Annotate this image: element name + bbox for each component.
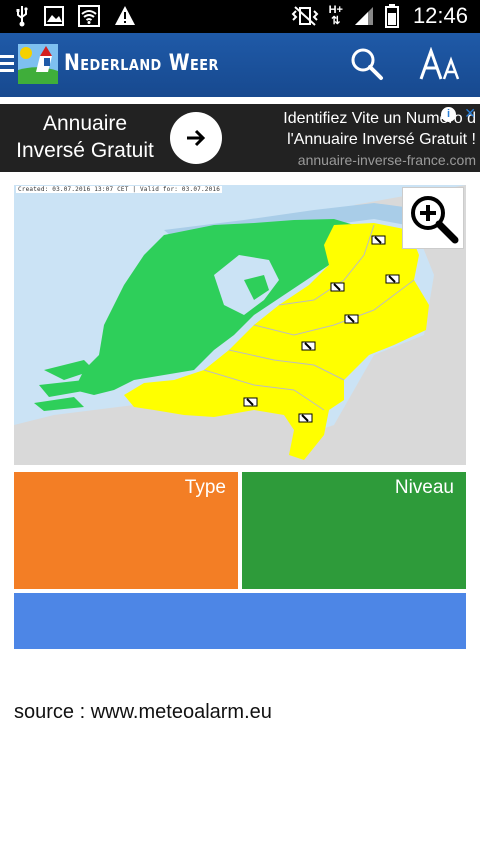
ad-banner[interactable]: Annuaire Inversé Gratuit Identifiez Vite… [0, 104, 480, 172]
vibrate-icon [291, 5, 319, 27]
ad-right-line1: Identifiez Vite un Numéro d [283, 110, 476, 127]
app-title: Nederland Weer [64, 51, 219, 76]
ad-left-line1: Annuaire [42, 112, 128, 135]
wifi-notification-icon [78, 5, 100, 27]
network-type-label: H+ [328, 4, 343, 16]
ad-info-icon[interactable]: i [441, 107, 456, 122]
zoom-button[interactable] [402, 187, 464, 249]
warning-marker [344, 314, 359, 324]
ad-arrow-button[interactable] [170, 112, 222, 164]
ad-right-text[interactable]: Identifiez Vite un Numéro d l'Annuaire I… [226, 108, 476, 171]
ad-left-line2: Inversé Gratuit [16, 139, 154, 162]
type-label: Type [184, 477, 226, 498]
network-type-icon: H+ ⇅ [328, 4, 343, 27]
image-notification-icon [44, 5, 64, 27]
niveau-tile[interactable]: Niveau [242, 472, 466, 589]
signal-icon [353, 5, 375, 27]
zoom-in-icon [411, 196, 459, 244]
warning-marker [385, 274, 400, 284]
source-text: source : www.meteoalarm.eu [14, 701, 272, 723]
map-caption: Created: 03.07.2016 13:07 CET | Valid fo… [16, 186, 223, 193]
niveau-label: Niveau [394, 477, 454, 498]
search-icon[interactable] [350, 47, 384, 86]
warning-marker [371, 235, 386, 245]
warning-map[interactable]: Created: 03.07.2016 13:07 CET | Valid fo… [14, 185, 466, 465]
warning-marker [243, 397, 258, 407]
ad-close-icon[interactable]: ✕ [464, 105, 476, 122]
warning-marker [298, 413, 313, 423]
arrow-right-icon [187, 129, 206, 147]
type-tile[interactable]: Type [14, 472, 238, 589]
description-tile[interactable] [14, 593, 466, 649]
app-bar: Nederland Weer [0, 33, 480, 97]
ad-left-text[interactable]: Annuaire Inversé Gratuit [0, 110, 170, 164]
netherlands-map [14, 185, 466, 465]
status-bar: H+ ⇅ 12:46 [0, 0, 480, 33]
warning-marker [330, 282, 345, 292]
usb-icon [14, 5, 30, 27]
battery-icon [384, 4, 399, 28]
hamburger-menu-icon[interactable] [0, 55, 14, 76]
warning-marker [301, 341, 316, 351]
ad-right-line2: l'Annuaire Inversé Gratuit ! [287, 131, 476, 148]
clock: 12:46 [412, 3, 468, 28]
warning-icon [114, 5, 136, 27]
text-size-icon[interactable] [418, 46, 464, 88]
ad-url: annuaire-inverse-france.com [297, 152, 476, 168]
app-logo [18, 44, 58, 84]
